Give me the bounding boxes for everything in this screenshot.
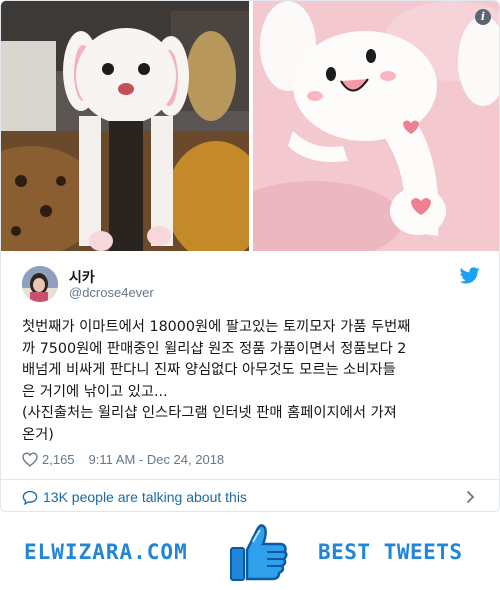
twitter-bird-icon[interactable] bbox=[460, 267, 480, 284]
display-name[interactable]: 시카 bbox=[69, 267, 95, 287]
like-count[interactable]: 2,165 bbox=[42, 452, 75, 467]
chevron-right-icon bbox=[466, 490, 475, 504]
footer-banner: ELWIZARA.COM BEST TWEETS bbox=[0, 512, 500, 590]
user-handle[interactable]: @dcrose4ever bbox=[69, 285, 154, 300]
heart-icon[interactable] bbox=[22, 452, 38, 467]
avatar[interactable] bbox=[22, 266, 58, 302]
best-tweets-label: BEST TWEETS bbox=[318, 540, 463, 564]
tweet-photo-1[interactable] bbox=[1, 1, 249, 251]
tweet-text: 첫번째가 이마트에서 18000원에 팔고있는 토끼모자 가품 두번째 까 75… bbox=[22, 319, 411, 443]
thumbs-up-icon bbox=[230, 524, 288, 581]
info-icon[interactable]: i bbox=[475, 9, 491, 25]
tweet-photo-2[interactable]: i bbox=[253, 1, 499, 251]
tweet-media: i bbox=[1, 1, 499, 251]
conversation-text[interactable]: 13K people are talking about this bbox=[43, 489, 247, 505]
conversation-link[interactable]: 13K people are talking about this bbox=[1, 480, 499, 511]
speech-bubble-icon bbox=[22, 490, 38, 505]
tweet-meta: 2,165 9:11 AM - Dec 24, 2018 bbox=[22, 452, 224, 467]
site-brand[interactable]: ELWIZARA.COM bbox=[24, 540, 188, 564]
timestamp[interactable]: 9:11 AM - Dec 24, 2018 bbox=[89, 452, 225, 467]
tweet-card: i 시카 @dcrose4ever 첫번째가 이마트에서 18000원에 팔고있… bbox=[0, 0, 500, 512]
